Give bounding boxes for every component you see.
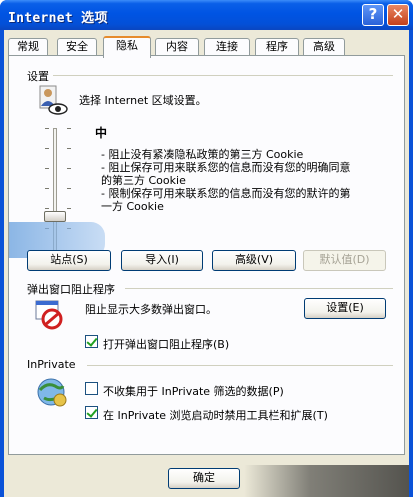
popup-settings-button[interactable]: 设置(E): [304, 298, 386, 319]
slider-tick: [45, 208, 49, 209]
title-bar[interactable]: Internet 选项 ? ✕: [0, 0, 413, 30]
slider-tick: [67, 128, 71, 129]
inprivate-group-label: InPrivate: [27, 358, 76, 371]
slider-tick: [67, 188, 71, 189]
tab-connections[interactable]: 连接: [204, 38, 250, 56]
privacy-level: 中: [95, 126, 108, 140]
settings-group-label: 设置: [27, 70, 49, 83]
slider-tick: [45, 148, 49, 149]
no-collect-inprivate-label[interactable]: 不收集用于 InPrivate 筛选的数据(P): [103, 383, 284, 399]
window-title: Internet 选项: [8, 11, 108, 26]
watermark-overlay: [244, 465, 409, 497]
disable-toolbars-label[interactable]: 在 InPrivate 浏览启动时禁用工具栏和扩展(T): [103, 407, 328, 423]
privacy-tab-panel: 设置 选择 Internet 区域设置。 中 - 阻止没有紧凑隐私政策的第三方 …: [8, 55, 405, 455]
default-button[interactable]: 默认值(D): [303, 250, 386, 271]
popup-description: 阻止显示大多数弹出窗口。: [85, 303, 217, 316]
tab-general[interactable]: 常规: [8, 38, 48, 56]
popup-group-label: 弹出窗口阻止程序: [27, 283, 115, 296]
tab-programs[interactable]: 程序: [255, 38, 299, 56]
close-button[interactable]: ✕: [387, 4, 409, 26]
slider-tick: [67, 148, 71, 149]
tab-security[interactable]: 安全: [57, 38, 97, 56]
no-collect-inprivate-checkbox[interactable]: [85, 382, 98, 395]
slider-tick: [45, 168, 49, 169]
zone-select-text: 选择 Internet 区域设置。: [79, 94, 207, 107]
slider-tick: [67, 168, 71, 169]
dialog-client-area: 常规 安全 隐私 内容 连接 程序 高级 设置 选择 Internet 区域设置…: [4, 30, 409, 497]
tab-content[interactable]: 内容: [155, 38, 199, 56]
internet-options-window: Internet 选项 ? ✕ 常规 安全 隐私 内容 连接 程序 高级 设置 …: [0, 0, 413, 497]
popup-blocker-checkbox-label[interactable]: 打开弹出窗口阻止程序(B): [103, 336, 229, 352]
popup-blocker-icon: [35, 300, 63, 330]
ok-button[interactable]: 确定: [168, 468, 240, 489]
help-button[interactable]: ?: [362, 4, 384, 26]
slider-tick: [45, 188, 49, 189]
inprivate-icon: [37, 378, 67, 407]
popup-blocker-checkbox[interactable]: [85, 335, 98, 348]
import-button[interactable]: 导入(I): [121, 250, 203, 271]
tab-privacy[interactable]: 隐私: [103, 36, 151, 58]
privacy-person-eye-icon: [39, 85, 68, 115]
inprivate-divider: [87, 365, 393, 366]
slider-tick: [45, 128, 49, 129]
privacy-slider-thumb[interactable]: [44, 211, 66, 222]
settings-divider: [53, 75, 393, 76]
sites-button[interactable]: 站点(S): [27, 250, 111, 271]
privacy-description-line-5: 一方 Cookie: [101, 200, 164, 213]
popup-divider: [125, 288, 393, 289]
slider-tick: [67, 208, 71, 209]
tab-advanced[interactable]: 高级: [303, 38, 345, 56]
disable-toolbars-checkbox[interactable]: [85, 406, 98, 419]
advanced-button[interactable]: 高级(V): [212, 250, 296, 271]
